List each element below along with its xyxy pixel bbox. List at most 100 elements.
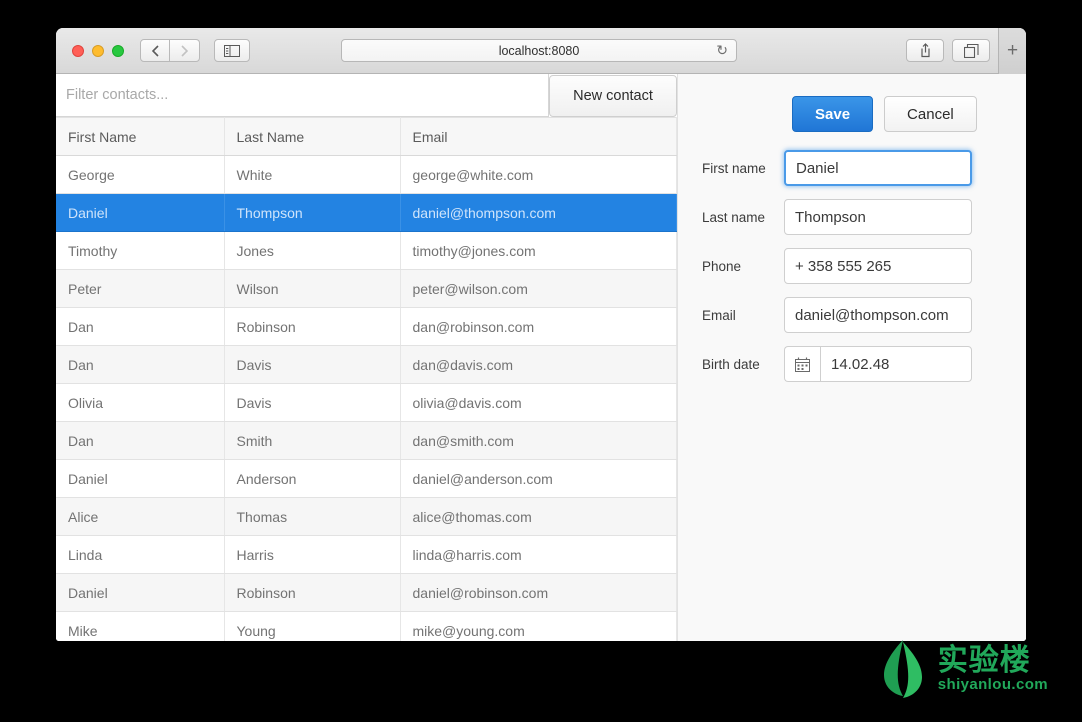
window-controls <box>72 44 124 57</box>
cell-first-name: Linda <box>56 535 225 574</box>
table-row[interactable]: Timothy Jones timothy@jones.com <box>56 231 677 270</box>
table-row[interactable]: Mike Young mike@young.com <box>56 611 677 641</box>
chevron-right-icon <box>181 44 188 57</box>
label-birth-date: Birth date <box>702 356 760 372</box>
cell-email: george@white.com <box>400 155 677 194</box>
tabs-icon <box>963 43 979 58</box>
share-icon <box>920 43 930 58</box>
table-row[interactable]: Alice Thomas alice@thomas.com <box>56 497 677 536</box>
cell-first-name: Timothy <box>56 231 225 270</box>
cell-email: peter@wilson.com <box>400 269 677 308</box>
cell-last-name: Anderson <box>224 459 401 498</box>
chevron-left-icon <box>151 44 159 57</box>
column-header-last-name[interactable]: Last Name <box>224 117 401 156</box>
save-button[interactable]: Save <box>792 96 874 132</box>
cell-last-name: Young <box>224 611 401 641</box>
cell-first-name: George <box>56 155 225 194</box>
cell-first-name: Mike <box>56 611 225 641</box>
table-header-row: First Name Last Name Email <box>56 117 677 156</box>
calendar-icon[interactable] <box>784 346 820 382</box>
label-phone: Phone <box>702 258 742 274</box>
phone-input[interactable] <box>784 248 972 284</box>
contact-form: Save Cancel First name Last name Phone Emai… <box>678 74 1026 382</box>
cell-email: daniel@thompson.com <box>400 193 677 232</box>
table-row[interactable]: Dan Davis dan@davis.com <box>56 345 677 384</box>
cell-email: daniel@robinson.com <box>400 573 677 612</box>
column-header-email[interactable]: Email <box>400 117 677 156</box>
url-text: localhost:8080 <box>498 43 580 58</box>
show-tabs-button[interactable] <box>952 39 990 62</box>
filter-row: New contact <box>56 74 677 117</box>
watermark-text: 实验楼 shiyanlou.com <box>938 645 1048 694</box>
form-row-email: Email <box>678 297 1026 333</box>
cell-email: dan@smith.com <box>400 421 677 460</box>
plus-icon: + <box>1006 39 1019 61</box>
contacts-table: First Name Last Name Email George White ge… <box>56 117 677 641</box>
birth-date-input[interactable] <box>820 346 972 382</box>
table-row[interactable]: Daniel Robinson daniel@robinson.com <box>56 573 677 612</box>
table-row[interactable]: Dan Robinson dan@robinson.com <box>56 307 677 346</box>
browser-window: localhost:8080 ↻ + Filter contacts... Ne… <box>56 28 1026 641</box>
watermark-en: shiyanlou.com <box>937 676 1048 694</box>
filter-input[interactable] <box>56 74 549 117</box>
label-email: Email <box>702 307 736 323</box>
table-row[interactable]: George White george@white.com <box>56 155 677 194</box>
cell-last-name: Wilson <box>224 269 401 308</box>
email-input[interactable] <box>784 297 972 333</box>
address-bar[interactable]: localhost:8080 ↻ <box>341 39 737 62</box>
cell-email: linda@harris.com <box>400 535 677 574</box>
table-row[interactable]: Daniel Thompson daniel@thompson.com <box>56 193 677 232</box>
last-name-input[interactable] <box>784 199 972 235</box>
birth-date-input-group <box>784 346 972 382</box>
cell-last-name: Jones <box>224 231 401 270</box>
toolbar-right-group: + <box>906 28 1026 74</box>
watermark: 实验楼 shiyanlou.com <box>880 638 1048 700</box>
label-last-name: Last name <box>702 209 766 225</box>
share-button[interactable] <box>906 39 944 62</box>
contact-form-pane: Save Cancel First name Last name Phone Emai… <box>677 74 1026 641</box>
cell-email: dan@davis.com <box>400 345 677 384</box>
cell-last-name: Davis <box>224 383 401 422</box>
cell-first-name: Dan <box>56 421 225 460</box>
table-row[interactable]: Olivia Davis olivia@davis.com <box>56 383 677 422</box>
watermark-cn: 实验楼 <box>937 643 1031 677</box>
cell-email: alice@thomas.com <box>400 497 677 536</box>
cancel-button[interactable]: Cancel <box>884 96 977 132</box>
nav-buttons <box>140 39 200 62</box>
page-content: New contact First Name Last Name Email G… <box>56 74 1026 641</box>
cell-last-name: Thomas <box>224 497 401 536</box>
column-header-first-name[interactable]: First Name <box>56 117 225 156</box>
cell-first-name: Daniel <box>56 193 225 232</box>
form-row-first-name: First name <box>678 150 1026 186</box>
cell-last-name: Smith <box>224 421 401 460</box>
browser-toolbar: localhost:8080 ↻ + <box>56 28 1026 74</box>
toggle-sidebar-button[interactable] <box>214 39 250 62</box>
cell-last-name: Harris <box>224 535 401 574</box>
new-tab-button[interactable]: + <box>998 28 1026 74</box>
cell-first-name: Peter <box>56 269 225 308</box>
cell-first-name: Alice <box>56 497 225 536</box>
table-row[interactable]: Daniel Anderson daniel@anderson.com <box>56 459 677 498</box>
first-name-input[interactable] <box>784 150 972 186</box>
cell-first-name: Olivia <box>56 383 225 422</box>
cell-first-name: Dan <box>56 345 225 384</box>
form-actions: Save Cancel <box>678 96 1026 132</box>
new-contact-button[interactable]: New contact <box>549 75 677 117</box>
maximize-window-button[interactable] <box>112 44 124 57</box>
form-row-phone: Phone <box>678 248 1026 284</box>
cell-first-name: Daniel <box>56 573 225 612</box>
form-row-birth-date: Birth date <box>678 346 1026 382</box>
contacts-table-body: George White george@white.com Daniel Thompso… <box>56 155 677 641</box>
reload-icon[interactable]: ↻ <box>716 42 728 59</box>
close-window-button[interactable] <box>72 44 84 57</box>
cell-email: daniel@anderson.com <box>400 459 677 498</box>
table-row[interactable]: Dan Smith dan@smith.com <box>56 421 677 460</box>
table-row[interactable]: Peter Wilson peter@wilson.com <box>56 269 677 308</box>
forward-button[interactable] <box>170 39 200 62</box>
back-button[interactable] <box>140 39 170 62</box>
cell-last-name: Thompson <box>224 193 401 232</box>
form-row-last-name: Last name <box>678 199 1026 235</box>
table-row[interactable]: Linda Harris linda@harris.com <box>56 535 677 574</box>
cell-email: timothy@jones.com <box>400 231 677 270</box>
minimize-window-button[interactable] <box>92 44 104 57</box>
